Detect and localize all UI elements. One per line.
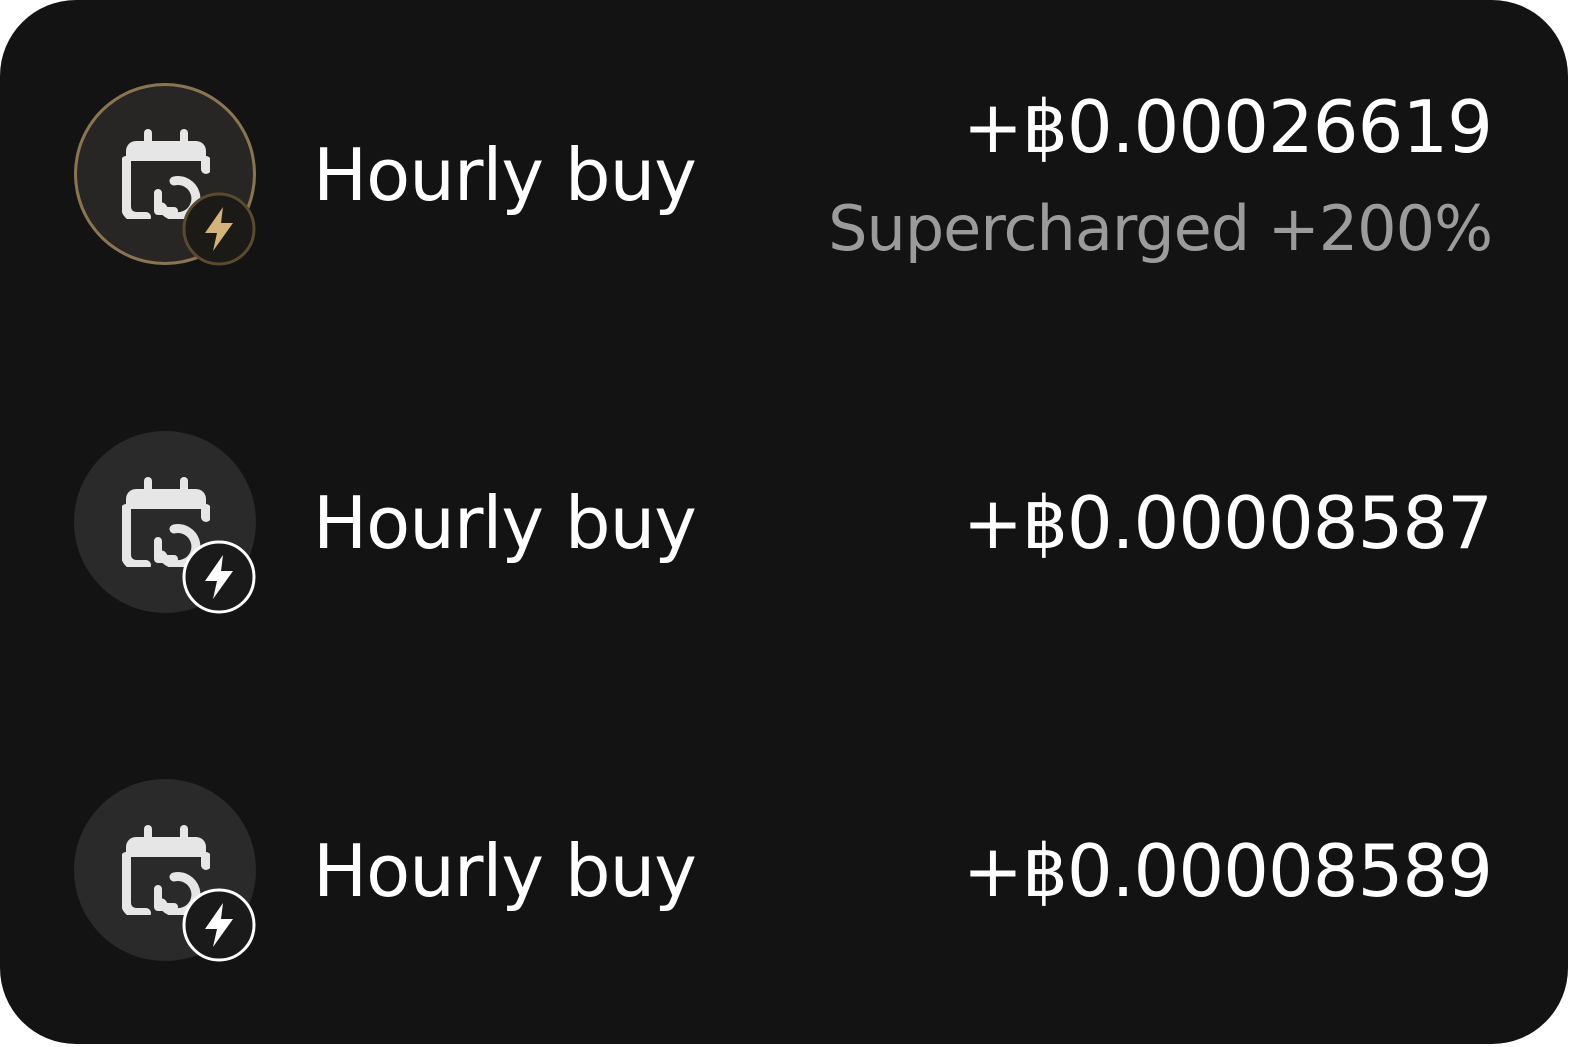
lightning-bolt-icon: [182, 192, 256, 266]
transaction-row[interactable]: Hourly buy +฿0.00008587: [0, 423, 1568, 623]
transaction-title: Hourly buy: [313, 829, 697, 913]
transaction-amount: +฿0.00008587: [962, 481, 1493, 565]
transaction-amount: +฿0.00008589: [962, 829, 1493, 913]
transaction-title: Hourly buy: [313, 481, 697, 565]
lightning-bolt-icon: [182, 540, 256, 614]
lightning-bolt-icon: [182, 888, 256, 962]
transaction-amount: +฿0.00026619: [962, 85, 1493, 169]
transaction-avatar: [74, 83, 256, 266]
transaction-list-card: Hourly buy +฿0.00026619 Supercharged +20…: [0, 0, 1568, 1044]
transaction-avatar: [74, 431, 256, 614]
transaction-row[interactable]: Hourly buy +฿0.00008589: [0, 771, 1568, 971]
transaction-row[interactable]: Hourly buy +฿0.00026619 Supercharged +20…: [0, 75, 1568, 275]
supercharged-label: Supercharged +200%: [828, 192, 1493, 265]
transaction-title: Hourly buy: [313, 133, 697, 217]
transaction-avatar: [74, 779, 256, 962]
